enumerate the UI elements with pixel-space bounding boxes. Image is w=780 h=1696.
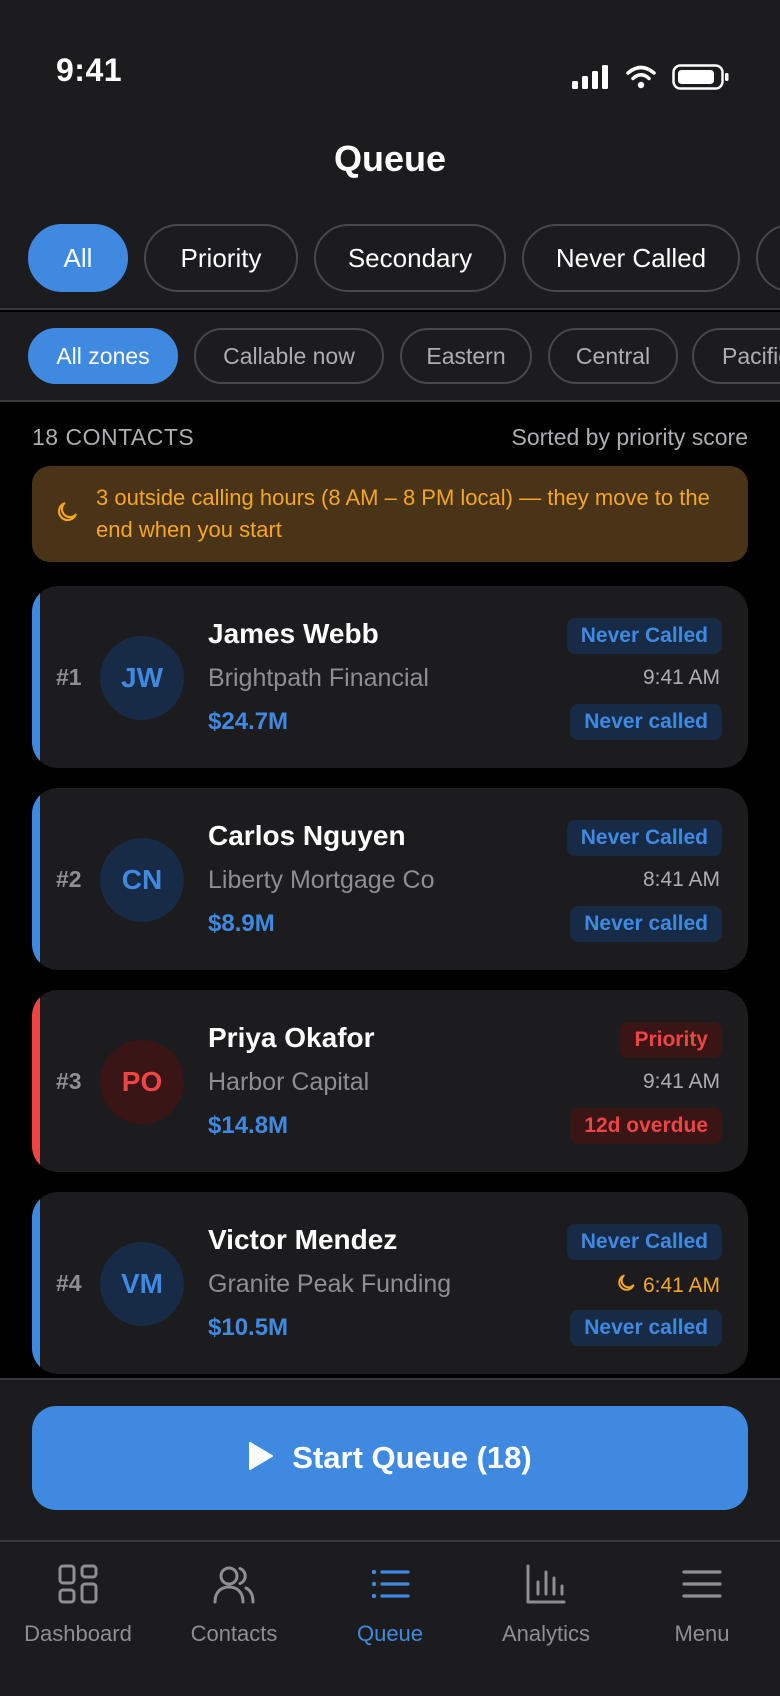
tab-bar: Dashboard Contacts Queue Analytics Menu <box>0 1540 780 1696</box>
start-queue-button[interactable]: Start Queue (18) <box>32 1406 748 1510</box>
zone-filter-bar: All zones Callable now Eastern Central P… <box>0 312 780 402</box>
contact-name: Carlos Nguyen <box>208 820 406 851</box>
list-header: 18 CONTACTS Sorted by priority score <box>32 420 748 454</box>
local-time-text: 9:41 AM <box>642 666 720 689</box>
contact-name: James Webb <box>208 618 379 649</box>
tab-contacts[interactable]: Contacts <box>156 1562 312 1647</box>
status-icons <box>572 64 730 95</box>
moon-icon <box>615 1272 637 1300</box>
priority-bar <box>32 586 40 768</box>
avatar: JW <box>100 636 184 720</box>
signal-icon <box>572 65 610 94</box>
contact-amount: $14.8M <box>208 1112 289 1139</box>
zone-chip-all[interactable]: All zones <box>28 328 178 384</box>
avatar: VM <box>100 1242 184 1326</box>
category-filter-bar: All Priority Secondary Never Called <box>0 210 780 310</box>
cta-area: Start Queue (18) <box>0 1378 780 1540</box>
contact-rank: #2 <box>56 866 82 892</box>
local-time-text: 9:41 AM <box>642 1070 720 1093</box>
page-title: Queue <box>333 138 447 179</box>
banner-text: 3 outside calling hours (8 AM – 8 PM loc… <box>96 485 710 542</box>
tab-analytics[interactable]: Analytics <box>468 1562 624 1647</box>
tab-menu[interactable]: Menu <box>624 1562 780 1647</box>
status-badge: Never called <box>570 906 722 942</box>
contact-amount: $8.9M <box>208 910 275 937</box>
zone-chip-callable-now[interactable]: Callable now <box>194 328 384 384</box>
filter-chip-secondary[interactable]: Secondary <box>314 224 506 292</box>
avatar: CN <box>100 838 184 922</box>
queue-icon <box>368 1562 412 1611</box>
local-time: 9:41 AM <box>643 666 720 690</box>
contact-company: Brightpath Financial <box>208 664 429 692</box>
filter-chip-all[interactable]: All <box>28 224 128 292</box>
avatar: PO <box>100 1040 184 1124</box>
filter-chip-overflow[interactable] <box>756 224 780 292</box>
contact-rank: #4 <box>56 1270 82 1296</box>
zone-chip-central[interactable]: Central <box>548 328 678 384</box>
tab-label: Analytics <box>501 1621 591 1646</box>
contact-card[interactable]: #1 JW James Webb Brightpath Financial $2… <box>32 586 748 768</box>
contact-card[interactable]: #4 VM Victor Mendez Granite Peak Funding… <box>32 1192 748 1374</box>
local-time: 9:41 AM <box>643 1070 720 1094</box>
filter-chip-never-called[interactable]: Never Called <box>522 224 740 292</box>
contact-company: Liberty Mortgage Co <box>208 866 435 894</box>
nav-header: Queue <box>0 120 780 210</box>
contact-count: 18 CONTACTS <box>32 423 195 450</box>
status-badge: Never called <box>570 1310 722 1346</box>
local-time: 8:41 AM <box>643 868 720 892</box>
contact-company: Harbor Capital <box>208 1068 370 1096</box>
status-bar: 9:41 <box>0 0 780 120</box>
priority-bar <box>32 990 40 1172</box>
zone-chip-pacific[interactable]: Pacific <box>692 328 780 384</box>
category-badge: Never Called <box>566 820 722 856</box>
contact-rank: #3 <box>56 1068 82 1094</box>
contact-card[interactable]: #3 PO Priya Okafor Harbor Capital $14.8M… <box>32 990 748 1172</box>
moon-icon <box>54 499 80 530</box>
local-time-text: 6:41 AM <box>642 1274 720 1297</box>
battery-icon <box>672 64 730 95</box>
tab-label: Dashboard <box>24 1621 132 1646</box>
sort-label: Sorted by priority score <box>511 423 748 450</box>
tab-label: Queue <box>356 1621 424 1646</box>
contact-amount: $10.5M <box>208 1314 289 1341</box>
category-badge: Priority <box>620 1022 722 1058</box>
filter-chip-priority[interactable]: Priority <box>144 224 298 292</box>
contact-rank: #1 <box>56 664 82 690</box>
status-time: 9:41 <box>56 52 123 88</box>
tab-label: Menu <box>674 1621 730 1646</box>
tab-dashboard[interactable]: Dashboard <box>0 1562 156 1647</box>
tab-label: Contacts <box>190 1621 278 1646</box>
contact-name: Victor Mendez <box>208 1224 398 1255</box>
calling-hours-banner: 3 outside calling hours (8 AM – 8 PM loc… <box>32 466 748 562</box>
zone-chip-eastern[interactable]: Eastern <box>400 328 532 384</box>
tab-queue[interactable]: Queue <box>312 1562 468 1647</box>
category-badge: Never Called <box>566 1224 722 1260</box>
category-badge: Never Called <box>566 618 722 654</box>
overdue-badge: 12d overdue <box>570 1108 722 1144</box>
play-icon <box>248 1441 274 1476</box>
analytics-icon <box>524 1562 568 1611</box>
priority-bar <box>32 788 40 970</box>
contact-card[interactable]: #2 CN Carlos Nguyen Liberty Mortgage Co … <box>32 788 748 970</box>
status-badge: Never called <box>570 704 722 740</box>
dashboard-icon <box>56 1562 100 1611</box>
contacts-icon <box>212 1562 256 1611</box>
priority-bar <box>32 1192 40 1374</box>
contact-company: Granite Peak Funding <box>208 1270 452 1298</box>
contact-name: Priya Okafor <box>208 1022 375 1053</box>
wifi-icon <box>626 65 656 94</box>
menu-icon <box>680 1562 724 1611</box>
local-time: 6:41 AM <box>615 1272 720 1300</box>
local-time-text: 8:41 AM <box>642 868 720 891</box>
start-queue-label: Start Queue (18) <box>292 1440 532 1475</box>
contact-amount: $24.7M <box>208 708 289 735</box>
